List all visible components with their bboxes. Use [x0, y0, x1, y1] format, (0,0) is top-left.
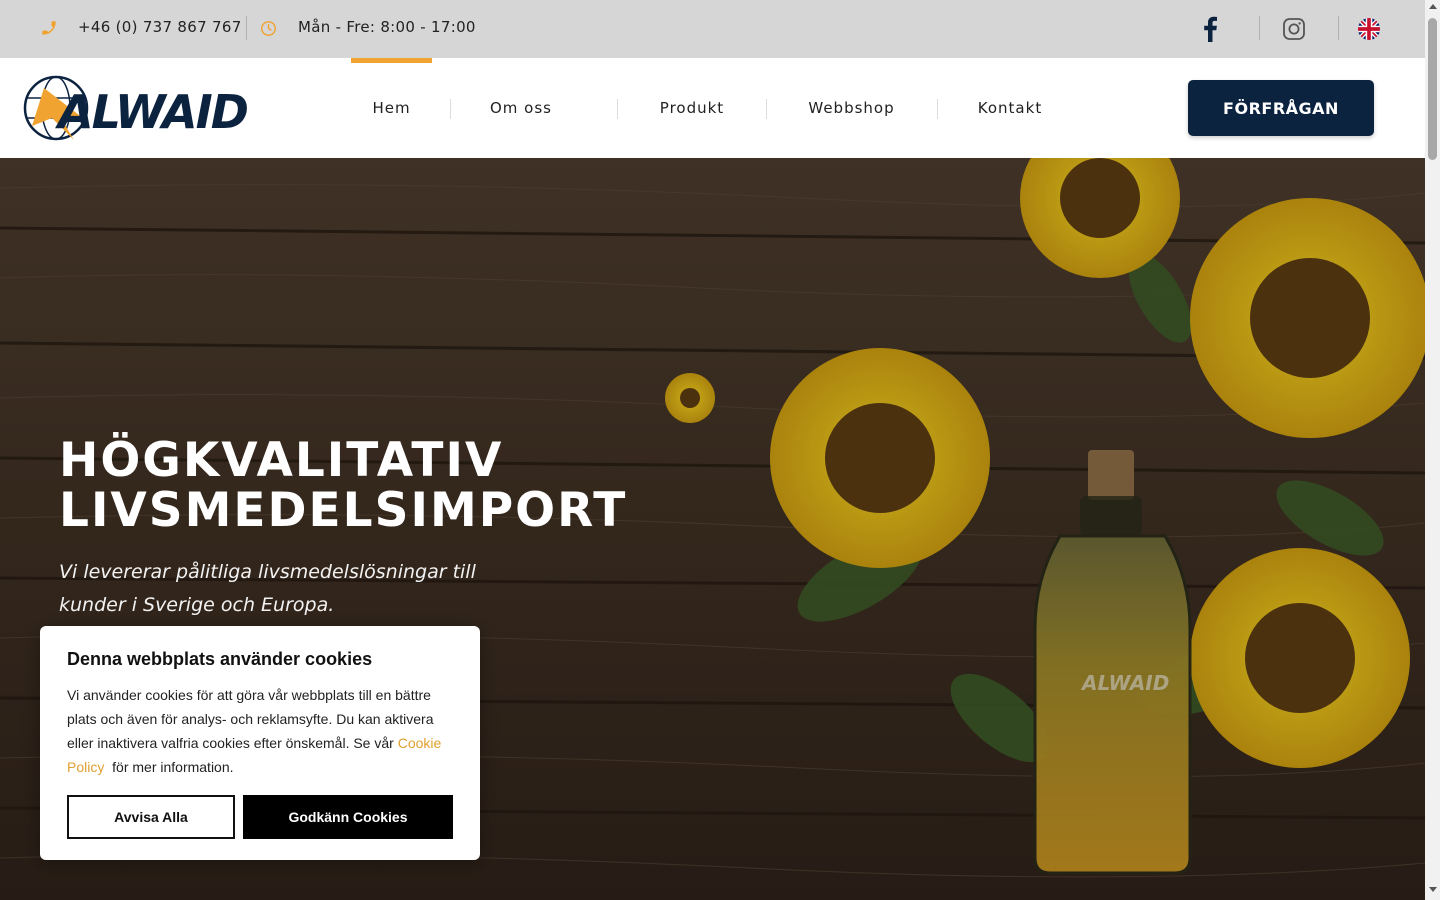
hero-title-line: HÖGKVALITATIV	[59, 433, 504, 488]
nav-label: Om oss	[490, 99, 552, 117]
nav-kontakt[interactable]: Kontakt	[960, 58, 1060, 158]
topbar-divider	[1338, 16, 1339, 40]
scrollbar-thumb[interactable]	[1428, 18, 1437, 160]
nav-hem[interactable]: Hem	[351, 58, 432, 158]
topbar-divider	[246, 16, 247, 40]
scroll-down-arrow[interactable]	[1429, 887, 1437, 892]
nav-divider	[617, 99, 618, 119]
top-bar: +46 (0) 737 867 767 Mån - Fre: 8:00 - 17…	[0, 0, 1425, 58]
nav-divider	[766, 99, 767, 119]
uk-flag-icon[interactable]	[1358, 18, 1380, 40]
alwaid-logo[interactable]: ALWAID	[22, 74, 248, 142]
facebook-icon[interactable]	[1200, 16, 1220, 42]
phone-number[interactable]: +46 (0) 737 867 767	[78, 18, 242, 36]
logo-text: ALWAID	[55, 85, 248, 139]
opening-hours: Mån - Fre: 8:00 - 17:00	[298, 18, 476, 36]
accept-cookies-button[interactable]: Godkänn Cookies	[243, 795, 453, 839]
nav-label: Hem	[372, 99, 411, 117]
phone-icon	[42, 21, 56, 35]
instagram-icon[interactable]	[1282, 17, 1306, 41]
cookie-text-body: Vi använder cookies för att göra vår web…	[67, 687, 434, 751]
scroll-up-arrow[interactable]	[1429, 4, 1437, 9]
nav-webbshop[interactable]: Webbshop	[789, 58, 914, 158]
hero-title-line: LIVSMEDELSIMPORT	[59, 483, 628, 538]
topbar-divider	[1259, 16, 1260, 40]
nav-label: Webbshop	[808, 99, 895, 117]
page-scrollbar[interactable]	[1425, 0, 1440, 900]
main-header: ALWAID Hem Om oss Produkt Webbshop Konta…	[0, 58, 1425, 158]
hero-subtitle: Vi levererar pålitliga livsmedelslösning…	[59, 561, 476, 616]
cookie-text-tail: för mer information.	[104, 759, 234, 775]
cookie-title: Denna webbplats använder cookies	[67, 649, 373, 669]
cookie-banner: Denna webbplats använder cookies Vi anvä…	[40, 626, 480, 860]
inquiry-button[interactable]: FÖRFRÅGAN	[1188, 80, 1374, 136]
hero-title: HÖGKVALITATIV LIVSMEDELSIMPORT	[59, 436, 759, 536]
nav-label: Kontakt	[977, 99, 1043, 117]
nav-divider	[450, 99, 451, 119]
nav-om-oss[interactable]: Om oss	[466, 58, 576, 158]
nav-label: Produkt	[659, 99, 725, 117]
nav-divider	[937, 99, 938, 119]
nav-produkt[interactable]: Produkt	[640, 58, 744, 158]
cookie-text: Vi använder cookies för att göra vår web…	[67, 683, 457, 779]
reject-all-button[interactable]: Avvisa Alla	[67, 795, 235, 839]
clock-icon	[261, 21, 276, 36]
